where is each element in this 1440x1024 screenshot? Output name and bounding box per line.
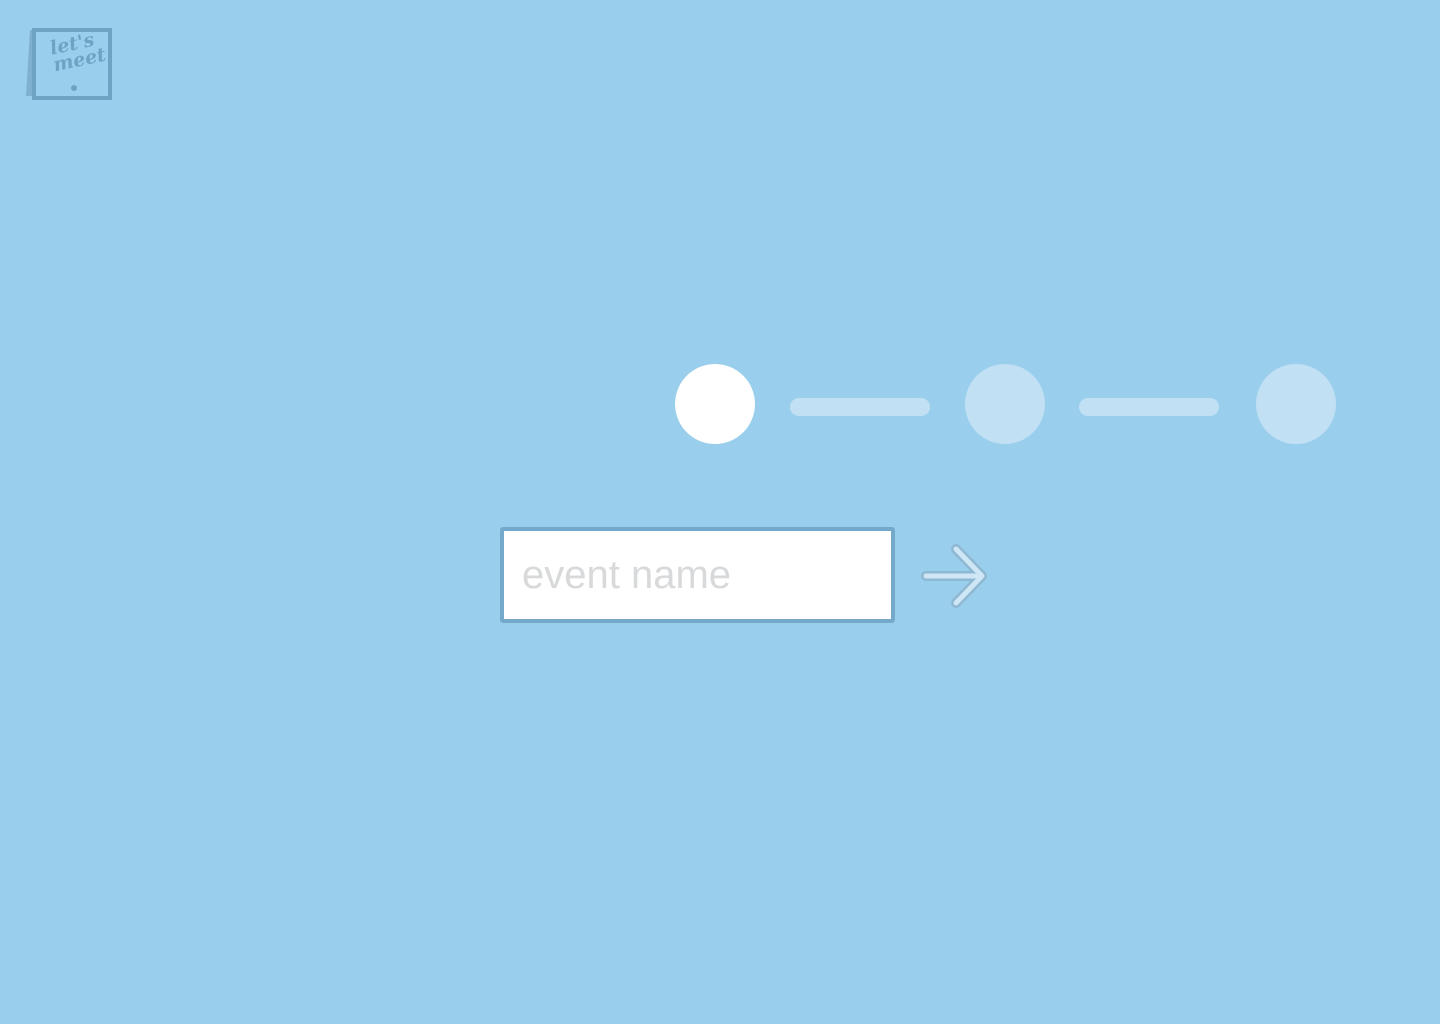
step-3-indicator bbox=[1256, 364, 1336, 444]
progress-stepper bbox=[675, 364, 1337, 444]
step-connector-1 bbox=[790, 398, 930, 416]
arrow-right-icon bbox=[921, 544, 987, 608]
calendar-card-icon bbox=[26, 28, 112, 100]
event-name-input[interactable] bbox=[500, 527, 895, 623]
step-connector-2 bbox=[1079, 398, 1219, 416]
step-1-indicator bbox=[675, 364, 755, 444]
app-logo[interactable]: let's meet bbox=[24, 26, 114, 102]
step-2-indicator bbox=[965, 364, 1045, 444]
next-button[interactable] bbox=[918, 541, 992, 611]
